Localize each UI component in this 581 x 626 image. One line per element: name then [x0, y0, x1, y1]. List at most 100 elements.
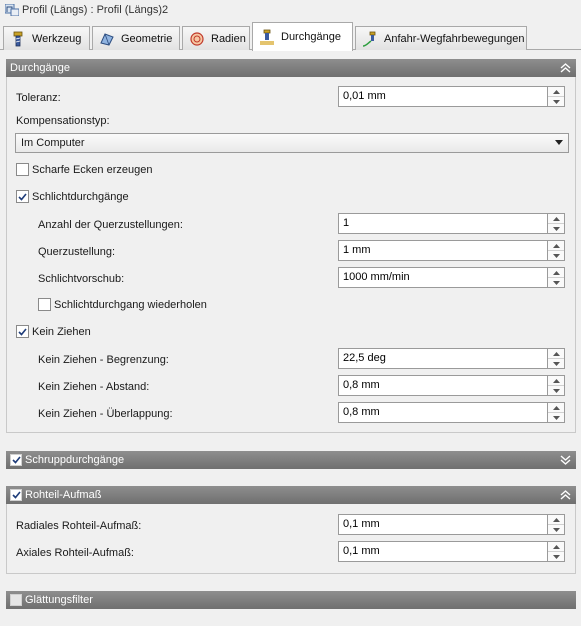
glaettungsfilter-enable-checkbox[interactable]	[10, 594, 22, 606]
checkbox-box[interactable]	[16, 325, 29, 338]
anzahl-querzustellungen-label: Anzahl der Querzustellungen:	[38, 219, 183, 231]
spin-down-icon[interactable]	[548, 525, 564, 535]
checkmark-icon	[18, 192, 27, 201]
kompensationstyp-value: Im Computer	[21, 137, 85, 149]
toleranz-spin-buttons	[548, 86, 565, 107]
rohteil-enable-checkbox[interactable]	[10, 489, 22, 501]
axial-spin-buttons	[548, 541, 565, 562]
querzustellung-input[interactable]: 1 mm	[338, 240, 548, 261]
kompensationstyp-select[interactable]: Im Computer	[15, 133, 569, 153]
axiales-rohteil-aufmass-spinbox[interactable]: 0,1 mm	[338, 541, 565, 562]
spin-up-icon[interactable]	[548, 87, 564, 97]
axiales-rohteil-aufmass-input[interactable]: 0,1 mm	[338, 541, 548, 562]
toleranz-spinbox[interactable]: 0,01 mm	[338, 86, 565, 107]
tab-anfahr-wegfahrbewegungen[interactable]: Anfahr-Wegfahrbewegungen	[355, 26, 527, 50]
tab-geometrie[interactable]: Geometrie	[92, 26, 180, 50]
spin-up-icon[interactable]	[548, 268, 564, 278]
spin-up-icon[interactable]	[548, 403, 564, 413]
window-titlebar: Profil (Längs) : Profil (Längs)2	[0, 0, 581, 22]
section-title-schruppdurchgaenge: Schruppdurchgänge	[25, 454, 125, 466]
spin-down-icon[interactable]	[548, 386, 564, 396]
axiales-rohteil-aufmass-label: Axiales Rohteil-Aufmaß:	[16, 547, 134, 559]
passes-icon	[260, 29, 274, 45]
anzahl-querzustellungen-spinbox[interactable]: 1	[338, 213, 565, 234]
checkmark-icon	[11, 456, 21, 464]
spin-up-icon[interactable]	[548, 349, 564, 359]
tab-werkzeug[interactable]: Werkzeug	[3, 26, 90, 50]
spin-up-icon[interactable]	[548, 241, 564, 251]
anzahl-spin-buttons	[548, 213, 565, 234]
section-title-durchgaenge: Durchgänge	[10, 62, 70, 74]
querzustellung-label: Querzustellung:	[38, 246, 116, 258]
geometry-icon	[100, 32, 114, 46]
radiales-rohteil-aufmass-input[interactable]: 0,1 mm	[338, 514, 548, 535]
abstand-spin-buttons	[548, 375, 565, 396]
schrupp-enable-checkbox[interactable]	[10, 454, 22, 466]
kein-ziehen-checkbox[interactable]: Kein Ziehen	[16, 325, 91, 338]
spin-up-icon[interactable]	[548, 542, 564, 552]
scharfe-ecken-checkbox[interactable]: Scharfe Ecken erzeugen	[16, 163, 152, 176]
radiales-rohteil-aufmass-label: Radiales Rohteil-Aufmaß:	[16, 520, 142, 532]
tab-durchgaenge[interactable]: Durchgänge	[252, 22, 353, 51]
spin-down-icon[interactable]	[548, 413, 564, 423]
ueberlappung-spin-buttons	[548, 402, 565, 423]
kein-ziehen-begrenzung-input[interactable]: 22,5 deg	[338, 348, 548, 369]
radial-spin-buttons	[548, 514, 565, 535]
section-title-rohteil-aufmass: Rohteil-Aufmaß	[25, 489, 102, 501]
collapse-icon[interactable]	[560, 62, 571, 74]
section-header-durchgaenge[interactable]: Durchgänge	[6, 59, 576, 77]
spin-down-icon[interactable]	[548, 552, 564, 562]
toleranz-input[interactable]: 0,01 mm	[338, 86, 548, 107]
radiales-rohteil-aufmass-spinbox[interactable]: 0,1 mm	[338, 514, 565, 535]
spin-down-icon[interactable]	[548, 251, 564, 261]
kein-ziehen-ueberlappung-input[interactable]: 0,8 mm	[338, 402, 548, 423]
kein-ziehen-abstand-input[interactable]: 0,8 mm	[338, 375, 548, 396]
kein-ziehen-begrenzung-label: Kein Ziehen - Begrenzung:	[38, 354, 169, 366]
checkbox-box[interactable]	[16, 190, 29, 203]
section-header-schruppdurchgaenge[interactable]: Schruppdurchgänge	[6, 451, 576, 469]
section-header-glaettungsfilter[interactable]: Glättungsfilter	[6, 591, 576, 609]
spin-down-icon[interactable]	[548, 278, 564, 288]
kein-ziehen-ueberlappung-label: Kein Ziehen - Überlappung:	[38, 408, 173, 420]
expand-icon[interactable]	[560, 454, 571, 466]
profile-operation-icon	[5, 4, 19, 16]
spin-down-icon[interactable]	[548, 97, 564, 107]
checkbox-box[interactable]	[16, 163, 29, 176]
anzahl-querzustellungen-input[interactable]: 1	[338, 213, 548, 234]
querzustellung-spinbox[interactable]: 1 mm	[338, 240, 565, 261]
section-header-rohteil-aufmass[interactable]: Rohteil-Aufmaß	[6, 486, 576, 504]
begrenzung-spin-buttons	[548, 348, 565, 369]
spin-up-icon[interactable]	[548, 214, 564, 224]
collapse-icon[interactable]	[560, 489, 571, 501]
tab-strip: Werkzeug Geometrie Radien Durchgänge Anf…	[0, 22, 581, 51]
schlichtvorschub-label: Schlichtvorschub:	[38, 273, 125, 285]
tab-radien[interactable]: Radien	[182, 26, 250, 50]
vorschub-spin-buttons	[548, 267, 565, 288]
checkbox-box[interactable]	[38, 298, 51, 311]
schlichtdurchgaenge-checkbox[interactable]: Schlichtdurchgänge	[16, 190, 129, 203]
tab-geometrie-label: Geometrie	[121, 32, 173, 45]
kein-ziehen-abstand-spinbox[interactable]: 0,8 mm	[338, 375, 565, 396]
kein-ziehen-begrenzung-spinbox[interactable]: 22,5 deg	[338, 348, 565, 369]
spin-down-icon[interactable]	[548, 224, 564, 234]
kein-ziehen-label: Kein Ziehen	[32, 325, 91, 338]
spin-down-icon[interactable]	[548, 359, 564, 369]
schlichtdurchgang-wiederholen-label: Schlichtdurchgang wiederholen	[54, 298, 207, 311]
checkmark-icon	[18, 327, 27, 336]
querzustellung-spin-buttons	[548, 240, 565, 261]
scharfe-ecken-label: Scharfe Ecken erzeugen	[32, 163, 153, 176]
tab-anfahr-label: Anfahr-Wegfahrbewegungen	[384, 32, 525, 45]
radii-icon	[190, 31, 204, 46]
schlichtvorschub-input[interactable]: 1000 mm/min	[338, 267, 548, 288]
spin-up-icon[interactable]	[548, 515, 564, 525]
kein-ziehen-ueberlappung-spinbox[interactable]: 0,8 mm	[338, 402, 565, 423]
tab-werkzeug-label: Werkzeug	[32, 32, 82, 45]
schlichtvorschub-spinbox[interactable]: 1000 mm/min	[338, 267, 565, 288]
tool-icon	[13, 31, 23, 46]
kompensationstyp-label: Kompensationstyp:	[16, 115, 110, 127]
schlichtdurchgang-wiederholen-checkbox[interactable]: Schlichtdurchgang wiederholen	[38, 298, 207, 311]
linking-icon	[362, 31, 376, 47]
schlichtdurchgaenge-label: Schlichtdurchgänge	[32, 190, 129, 203]
spin-up-icon[interactable]	[548, 376, 564, 386]
window-title: Profil (Längs) : Profil (Längs)2	[22, 4, 169, 16]
